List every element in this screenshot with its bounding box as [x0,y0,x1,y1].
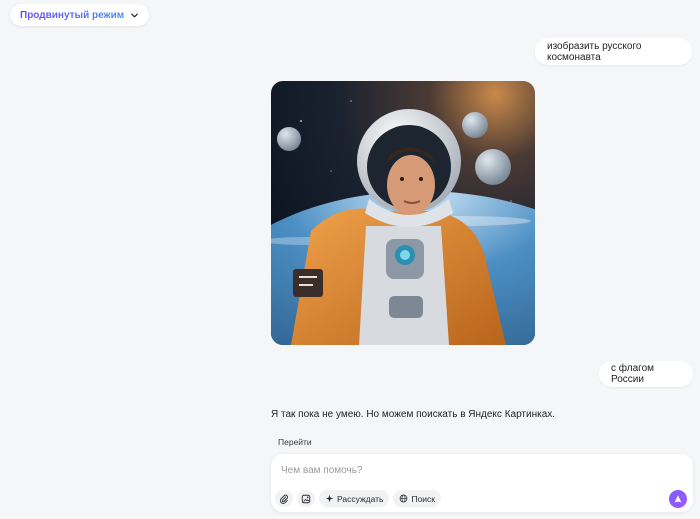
search-button[interactable]: Поиск [393,490,442,507]
attach-button[interactable] [275,490,293,507]
send-button[interactable] [669,490,687,508]
globe-icon [400,494,408,503]
goto-button[interactable]: Перейти [271,434,319,450]
astronaut-image [271,81,535,345]
goto-label: Перейти [278,437,312,447]
message-composer: Рассуждать Поиск [271,454,693,512]
search-label: Поиск [411,493,436,504]
message-text: с флагом России [611,363,655,385]
sparkle-icon [325,494,334,503]
reasoning-label: Рассуждать [337,493,384,504]
message-input[interactable] [279,461,643,479]
mode-label: Продвинутый режим [20,9,125,21]
image-add-icon [301,494,311,503]
paperclip-icon [279,494,288,504]
user-message: с флагом России [599,361,693,387]
generated-image[interactable] [271,81,535,345]
chevron-down-icon [131,13,139,17]
reasoning-button[interactable]: Рассуждать [319,490,390,507]
assistant-message: Я так пока не умею. Но можем поискать в … [271,409,556,420]
alice-send-icon [674,495,682,503]
mode-selector[interactable]: Продвинутый режим [10,4,150,26]
user-message: изобразить русского космонавта [535,38,692,65]
message-text: изобразить русского космонавта [547,40,642,63]
image-button[interactable] [297,490,315,507]
composer-toolbar: Рассуждать Поиск [275,490,442,507]
